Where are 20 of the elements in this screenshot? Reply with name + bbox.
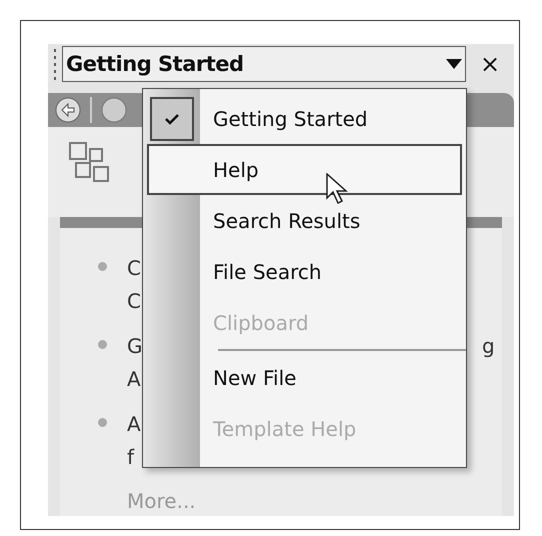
menu-item[interactable]: Search Results <box>147 195 462 246</box>
menu-item[interactable]: Help <box>147 144 462 195</box>
link-text[interactable]: A <box>127 363 142 396</box>
link-text[interactable]: A <box>127 408 141 442</box>
link-text[interactable]: g <box>482 330 495 364</box>
bullet-icon <box>98 340 107 350</box>
link-text[interactable]: C <box>127 252 141 286</box>
close-button[interactable]: × <box>480 52 500 76</box>
menu-item[interactable]: New File <box>147 352 462 403</box>
link-text[interactable]: G <box>127 330 142 364</box>
grip-icon[interactable] <box>52 47 58 82</box>
menu-item[interactable]: File Search <box>147 246 462 297</box>
bullet-icon <box>98 262 107 272</box>
bullet-icon <box>98 418 107 428</box>
pane-title-dropdown[interactable]: Getting Started <box>62 46 466 82</box>
link-text[interactable]: C <box>127 285 141 318</box>
link-text[interactable]: f <box>127 441 141 474</box>
dropdown-triangle-icon <box>446 59 462 70</box>
menu-item[interactable]: Getting Started <box>147 93 462 144</box>
mouse-pointer-icon <box>326 173 350 205</box>
